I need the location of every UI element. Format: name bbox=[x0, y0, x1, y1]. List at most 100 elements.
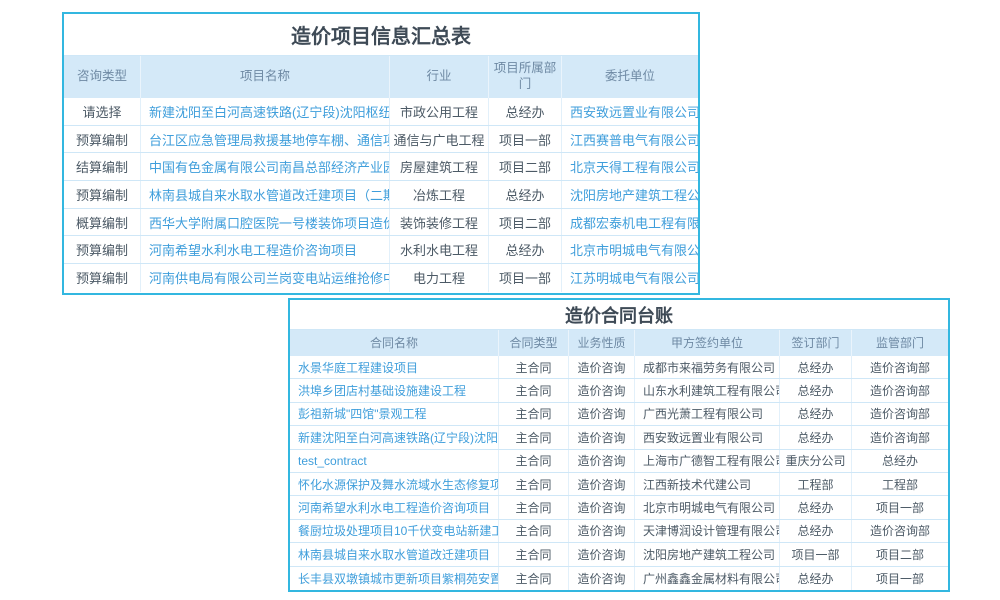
business-nature-cell: 造价咨询 bbox=[569, 379, 635, 401]
consult-type-cell: 结算编制 bbox=[64, 153, 141, 180]
contract-name-link[interactable]: 餐厨垃圾处理项目10千伏变电站新建工程 bbox=[290, 520, 499, 542]
project-dept-cell: 项目一部 bbox=[489, 126, 562, 153]
summary-table-header: 咨询类型 项目名称 行业 项目所属部门 委托单位 bbox=[64, 56, 698, 98]
table-row: 水景华庭工程建设项目主合同造价咨询成都市来福劳务有限公司总经办造价咨询部 bbox=[290, 356, 948, 379]
business-nature-cell: 造价咨询 bbox=[569, 567, 635, 590]
contract-type-cell: 主合同 bbox=[499, 567, 569, 590]
table-row: 结算编制中国有色金属有限公司南昌总部经济产业园项目二期房屋建筑工程项目二部北京天… bbox=[64, 153, 698, 181]
summary-col-header: 项目所属部门 bbox=[489, 56, 562, 98]
sign-dept-cell: 重庆分公司 bbox=[780, 450, 852, 472]
contract-name-link[interactable]: test_contract bbox=[290, 450, 499, 472]
project-name-link[interactable]: 河南希望水利水电工程造价咨询项目 bbox=[141, 236, 390, 263]
party-unit-cell: 广州鑫鑫金属材料有限公司 bbox=[635, 567, 780, 590]
ledger-col-header: 签订部门 bbox=[780, 330, 852, 356]
sign-dept-cell: 总经办 bbox=[780, 520, 852, 542]
party-unit-cell: 沈阳房地产建筑工程公司 bbox=[635, 543, 780, 565]
project-dept-cell: 项目二部 bbox=[489, 209, 562, 236]
project-name-link[interactable]: 河南供电局有限公司兰岗变电站运维抢修中心项目 bbox=[141, 264, 390, 292]
contract-name-link[interactable]: 水景华庭工程建设项目 bbox=[290, 356, 499, 378]
contract-name-link[interactable]: 新建沈阳至白河高速铁路(辽宁段)沈阳枢纽改建工程 bbox=[290, 426, 499, 448]
consult-type-cell: 概算编制 bbox=[64, 209, 141, 236]
table-row: 预算编制河南希望水利水电工程造价咨询项目水利水电工程总经办北京市明城电气有限公司 bbox=[64, 236, 698, 264]
party-unit-cell: 上海市广德智工程有限公司 bbox=[635, 450, 780, 472]
ledger-table-title: 造价合同台账 bbox=[290, 300, 948, 330]
summary-col-header: 委托单位 bbox=[562, 56, 698, 98]
contract-name-link[interactable]: 彭祖新城"四馆"景观工程 bbox=[290, 403, 499, 425]
industry-cell: 房屋建筑工程 bbox=[390, 153, 489, 180]
supervise-dept-cell: 造价咨询部 bbox=[852, 520, 948, 542]
contract-name-link[interactable]: 怀化水源保护及舞水流域水生态修复项目合同 bbox=[290, 473, 499, 495]
project-dept-cell: 项目二部 bbox=[489, 153, 562, 180]
consult-type-select[interactable]: 请选择 bbox=[64, 98, 141, 125]
sign-dept-cell: 总经办 bbox=[780, 356, 852, 378]
industry-cell: 冶炼工程 bbox=[390, 181, 489, 208]
business-nature-cell: 造价咨询 bbox=[569, 520, 635, 542]
consult-type-cell: 预算编制 bbox=[64, 181, 141, 208]
contract-name-link[interactable]: 林南县城自来水取水管道改迁建项目（二期） bbox=[290, 543, 499, 565]
project-name-link[interactable]: 新建沈阳至白河高速铁路(辽宁段)沈阳枢纽改建工程 bbox=[141, 98, 390, 125]
party-unit-cell: 天津博润设计管理有限公司 bbox=[635, 520, 780, 542]
contract-type-cell: 主合同 bbox=[499, 473, 569, 495]
table-row: 预算编制河南供电局有限公司兰岗变电站运维抢修中心项目电力工程项目一部江苏明城电气… bbox=[64, 264, 698, 292]
ledger-col-header: 合同名称 bbox=[290, 330, 499, 356]
client-unit-link[interactable]: 沈阳房地产建筑工程公司 bbox=[562, 181, 698, 208]
sign-dept-cell: 工程部 bbox=[780, 473, 852, 495]
ledger-col-header: 合同类型 bbox=[499, 330, 569, 356]
summary-col-header: 行业 bbox=[390, 56, 489, 98]
client-unit-link[interactable]: 江苏明城电气有限公司 bbox=[562, 264, 698, 292]
sign-dept-cell: 项目一部 bbox=[780, 543, 852, 565]
client-unit-link[interactable]: 成都宏泰机电工程有限公司 bbox=[562, 209, 698, 236]
sign-dept-cell: 总经办 bbox=[780, 567, 852, 590]
client-unit-link[interactable]: 西安致远置业有限公司 bbox=[562, 98, 698, 125]
supervise-dept-cell: 总经办 bbox=[852, 450, 948, 472]
table-row: 请选择新建沈阳至白河高速铁路(辽宁段)沈阳枢纽改建工程市政公用工程总经办西安致远… bbox=[64, 98, 698, 126]
business-nature-cell: 造价咨询 bbox=[569, 543, 635, 565]
sign-dept-cell: 总经办 bbox=[780, 403, 852, 425]
business-nature-cell: 造价咨询 bbox=[569, 496, 635, 518]
party-unit-cell: 北京市明城电气有限公司 bbox=[635, 496, 780, 518]
supervise-dept-cell: 造价咨询部 bbox=[852, 356, 948, 378]
ledger-col-header: 监管部门 bbox=[852, 330, 948, 356]
party-unit-cell: 广西光萧工程有限公司 bbox=[635, 403, 780, 425]
contract-type-cell: 主合同 bbox=[499, 356, 569, 378]
table-row: 长丰县双墩镇城市更新项目紫桐苑安置点主合同造价咨询广州鑫鑫金属材料有限公司总经办… bbox=[290, 567, 948, 590]
ledger-col-header: 甲方签约单位 bbox=[635, 330, 780, 356]
project-name-link[interactable]: 中国有色金属有限公司南昌总部经济产业园项目二期 bbox=[141, 153, 390, 180]
table-row: 洪埠乡团店村基础设施建设工程主合同造价咨询山东水利建筑工程有限公司总经办造价咨询… bbox=[290, 379, 948, 402]
supervise-dept-cell: 项目二部 bbox=[852, 543, 948, 565]
project-name-link[interactable]: 林南县城自来水取水管道改迁建项目（二期） bbox=[141, 181, 390, 208]
contract-type-cell: 主合同 bbox=[499, 426, 569, 448]
project-dept-cell: 总经办 bbox=[489, 236, 562, 263]
contract-name-link[interactable]: 洪埠乡团店村基础设施建设工程 bbox=[290, 379, 499, 401]
client-unit-link[interactable]: 江西赛普电气有限公司 bbox=[562, 126, 698, 153]
supervise-dept-cell: 造价咨询部 bbox=[852, 379, 948, 401]
ledger-col-header: 业务性质 bbox=[569, 330, 635, 356]
contract-type-cell: 主合同 bbox=[499, 403, 569, 425]
contract-name-link[interactable]: 长丰县双墩镇城市更新项目紫桐苑安置点 bbox=[290, 567, 499, 590]
contract-type-cell: 主合同 bbox=[499, 543, 569, 565]
industry-cell: 水利水电工程 bbox=[390, 236, 489, 263]
industry-cell: 通信与广电工程 bbox=[390, 126, 489, 153]
sign-dept-cell: 总经办 bbox=[780, 379, 852, 401]
contract-type-cell: 主合同 bbox=[499, 496, 569, 518]
contract-type-cell: 主合同 bbox=[499, 450, 569, 472]
client-unit-link[interactable]: 北京市明城电气有限公司 bbox=[562, 236, 698, 263]
project-name-link[interactable]: 台江区应急管理局救援基地停车棚、通信项目 bbox=[141, 126, 390, 153]
table-row: 概算编制西华大学附属口腔医院一号楼装饰项目造价咨询装饰装修工程项目二部成都宏泰机… bbox=[64, 209, 698, 237]
contract-type-cell: 主合同 bbox=[499, 379, 569, 401]
consult-type-cell: 预算编制 bbox=[64, 126, 141, 153]
summary-col-header: 咨询类型 bbox=[64, 56, 141, 98]
table-row: 新建沈阳至白河高速铁路(辽宁段)沈阳枢纽改建工程主合同造价咨询西安致远置业有限公… bbox=[290, 426, 948, 449]
project-dept-cell: 总经办 bbox=[489, 98, 562, 125]
table-row: 预算编制台江区应急管理局救援基地停车棚、通信项目通信与广电工程项目一部江西赛普电… bbox=[64, 126, 698, 154]
contract-type-cell: 主合同 bbox=[499, 520, 569, 542]
ledger-table-header: 合同名称 合同类型 业务性质 甲方签约单位 签订部门 监管部门 bbox=[290, 330, 948, 356]
business-nature-cell: 造价咨询 bbox=[569, 356, 635, 378]
party-unit-cell: 西安致远置业有限公司 bbox=[635, 426, 780, 448]
sign-dept-cell: 总经办 bbox=[780, 496, 852, 518]
party-unit-cell: 山东水利建筑工程有限公司 bbox=[635, 379, 780, 401]
party-unit-cell: 成都市来福劳务有限公司 bbox=[635, 356, 780, 378]
client-unit-link[interactable]: 北京天得工程有限公司 bbox=[562, 153, 698, 180]
contract-name-link[interactable]: 河南希望水利水电工程造价咨询项目 bbox=[290, 496, 499, 518]
project-name-link[interactable]: 西华大学附属口腔医院一号楼装饰项目造价咨询 bbox=[141, 209, 390, 236]
